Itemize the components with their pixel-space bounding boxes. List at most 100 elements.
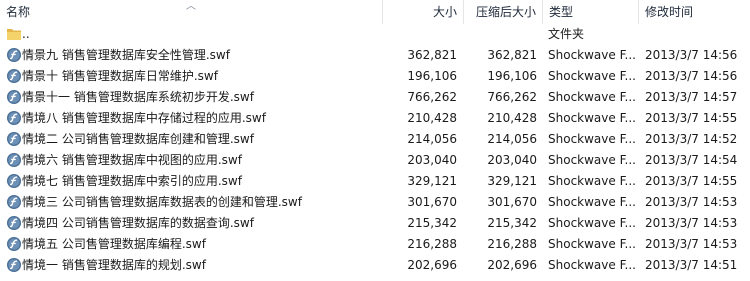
- flash-file-icon: [7, 90, 21, 104]
- file-type: Shockwave F...: [548, 48, 636, 62]
- column-header-size-label: 大小: [432, 5, 457, 19]
- file-modified: 2013/3/7 14:56: [645, 69, 738, 83]
- file-row[interactable]: .. 文件夹: [0, 24, 750, 45]
- file-name-cell: 情景十 销售管理数据库日常维护.swf: [0, 66, 382, 87]
- file-name-cell: 情境六 销售管理数据库中视图的应用.swf: [0, 150, 382, 171]
- flash-file-icon: [7, 174, 21, 188]
- file-compressed-size: 215,342: [487, 216, 537, 230]
- file-size: 210,428: [407, 111, 457, 125]
- file-name: 情境七 销售管理数据库中索引的应用.swf: [22, 174, 242, 188]
- file-type: Shockwave F...: [548, 216, 636, 230]
- file-row[interactable]: 情境四 公司销售管理数据库的数据查询.swf 215,342 215,342 Shoc…: [0, 213, 750, 234]
- column-header-modified-label: 修改时间: [645, 5, 694, 19]
- file-name: 情境三 公司销售管理数据库数据表的创建和管理.swf: [22, 195, 302, 209]
- file-size: 301,670: [407, 195, 457, 209]
- file-name: 情境二 公司销售管理数据库创建和管理.swf: [22, 132, 254, 146]
- file-compressed-size: 214,056: [487, 132, 537, 146]
- file-modified: [645, 24, 750, 45]
- file-size: 216,288: [407, 237, 457, 251]
- flash-file-icon: [7, 237, 21, 251]
- column-header-compressed-label: 压缩后大小: [475, 5, 536, 19]
- column-header-type[interactable]: 类型: [543, 0, 638, 24]
- file-name: 情境一 销售管理数据库的规划.swf: [22, 258, 206, 272]
- file-type: Shockwave F...: [548, 153, 636, 167]
- file-name: 情景十 销售管理数据库日常维护.swf: [22, 69, 218, 83]
- file-name: ..: [22, 27, 30, 41]
- file-row[interactable]: 情境八 销售管理数据库中存储过程的应用.swf 210,428 210,428 Sho…: [0, 108, 750, 129]
- file-size: [383, 24, 457, 45]
- flash-file-icon: [7, 132, 21, 146]
- flash-file-icon: [7, 111, 21, 125]
- file-type: 文件夹: [548, 27, 585, 41]
- file-modified: 2013/3/7 14:57: [645, 90, 738, 104]
- file-name-cell: 情景九 销售管理数据库安全性管理.swf: [0, 45, 382, 66]
- file-size: 362,821: [407, 48, 457, 62]
- file-type: Shockwave F...: [548, 90, 636, 104]
- column-header-modified[interactable]: 修改时间: [639, 0, 750, 24]
- file-modified: 2013/3/7 14:55: [645, 111, 738, 125]
- file-modified: 2013/3/7 14:54: [645, 153, 738, 167]
- folder-icon: [7, 29, 21, 40]
- file-row[interactable]: 情境三 公司销售管理数据库数据表的创建和管理.swf 301,670 301,670…: [0, 192, 750, 213]
- file-modified: 2013/3/7 14:53: [645, 216, 738, 230]
- column-header-size[interactable]: 大小: [383, 0, 463, 24]
- file-compressed-size: 329,121: [487, 174, 537, 188]
- file-size: 766,262: [407, 90, 457, 104]
- file-type: Shockwave F...: [548, 174, 636, 188]
- file-name: 情景十一 销售管理数据库系统初步开发.swf: [22, 90, 254, 104]
- file-row[interactable]: 情景九 销售管理数据库安全性管理.swf 362,821 362,821 Shockw…: [0, 45, 750, 66]
- file-type: Shockwave F...: [548, 69, 636, 83]
- file-name-cell: 情境三 公司销售管理数据库数据表的创建和管理.swf: [0, 192, 382, 213]
- file-compressed-size: 362,821: [487, 48, 537, 62]
- file-name-cell: 情境八 销售管理数据库中存储过程的应用.swf: [0, 108, 382, 129]
- file-size: 214,056: [407, 132, 457, 146]
- file-size: 196,106: [407, 69, 457, 83]
- file-size: 329,121: [407, 174, 457, 188]
- file-row[interactable]: 情境七 销售管理数据库中索引的应用.swf 329,121 329,121 Shock…: [0, 171, 750, 192]
- flash-file-icon: [7, 195, 21, 209]
- file-modified: 2013/3/7 14:52: [645, 132, 738, 146]
- file-compressed-size: 203,040: [487, 153, 537, 167]
- file-name-cell: 情景十一 销售管理数据库系统初步开发.swf: [0, 87, 382, 108]
- file-name-cell: 情境七 销售管理数据库中索引的应用.swf: [0, 171, 382, 192]
- column-header-bar: 名称 ︿ 大小 压缩后大小 类型 修改时间: [0, 0, 750, 24]
- file-compressed-size: 210,428: [487, 111, 537, 125]
- file-compressed-size: [464, 24, 537, 45]
- file-modified: 2013/3/7 14:53: [645, 195, 738, 209]
- flash-file-icon: [7, 48, 21, 62]
- flash-file-icon: [7, 216, 21, 230]
- file-name-cell: 情境二 公司销售管理数据库创建和管理.swf: [0, 129, 382, 150]
- flash-file-icon: [7, 69, 21, 83]
- file-name: 情境五 公司售管理数据库编程.swf: [22, 237, 206, 251]
- file-row[interactable]: 情景十一 销售管理数据库系统初步开发.swf 766,262 766,262 Shoc…: [0, 87, 750, 108]
- file-name: 情景九 销售管理数据库安全性管理.swf: [22, 48, 230, 62]
- file-row[interactable]: 情境二 公司销售管理数据库创建和管理.swf 214,056 214,056 Shoc…: [0, 129, 750, 150]
- column-header-type-label: 类型: [549, 5, 574, 19]
- file-compressed-size: 301,670: [487, 195, 537, 209]
- file-type: Shockwave F...: [548, 237, 636, 251]
- flash-file-icon: [7, 258, 21, 272]
- file-row[interactable]: 情景十 销售管理数据库日常维护.swf 196,106 196,106 Shockwa…: [0, 66, 750, 87]
- file-modified: 2013/3/7 14:51: [645, 258, 738, 272]
- sort-ascending-icon: ︿: [186, 1, 196, 12]
- file-name-cell: ..: [0, 24, 382, 45]
- file-type: Shockwave F...: [548, 132, 636, 146]
- file-name: 情境八 销售管理数据库中存储过程的应用.swf: [22, 111, 266, 125]
- file-compressed-size: 196,106: [487, 69, 537, 83]
- file-modified: 2013/3/7 14:55: [645, 174, 738, 188]
- file-modified: 2013/3/7 14:56: [645, 48, 738, 62]
- file-name: 情境四 公司销售管理数据库的数据查询.swf: [22, 216, 254, 230]
- column-header-compressed[interactable]: 压缩后大小: [464, 0, 542, 24]
- file-compressed-size: 202,696: [487, 258, 537, 272]
- file-size: 202,696: [407, 258, 457, 272]
- file-row[interactable]: 情境五 公司售管理数据库编程.swf 216,288 216,288 Shockwav…: [0, 234, 750, 255]
- file-name-cell: 情境五 公司售管理数据库编程.swf: [0, 234, 382, 255]
- file-size: 203,040: [407, 153, 457, 167]
- file-size: 215,342: [407, 216, 457, 230]
- file-modified: 2013/3/7 14:53: [645, 237, 738, 251]
- file-name: 情境六 销售管理数据库中视图的应用.swf: [22, 153, 242, 167]
- column-header-name-label: 名称: [6, 5, 31, 19]
- file-compressed-size: 766,262: [487, 90, 537, 104]
- file-row[interactable]: 情境一 销售管理数据库的规划.swf 202,696 202,696 Shockwav…: [0, 255, 750, 276]
- file-row[interactable]: 情境六 销售管理数据库中视图的应用.swf 203,040 203,040 Shock…: [0, 150, 750, 171]
